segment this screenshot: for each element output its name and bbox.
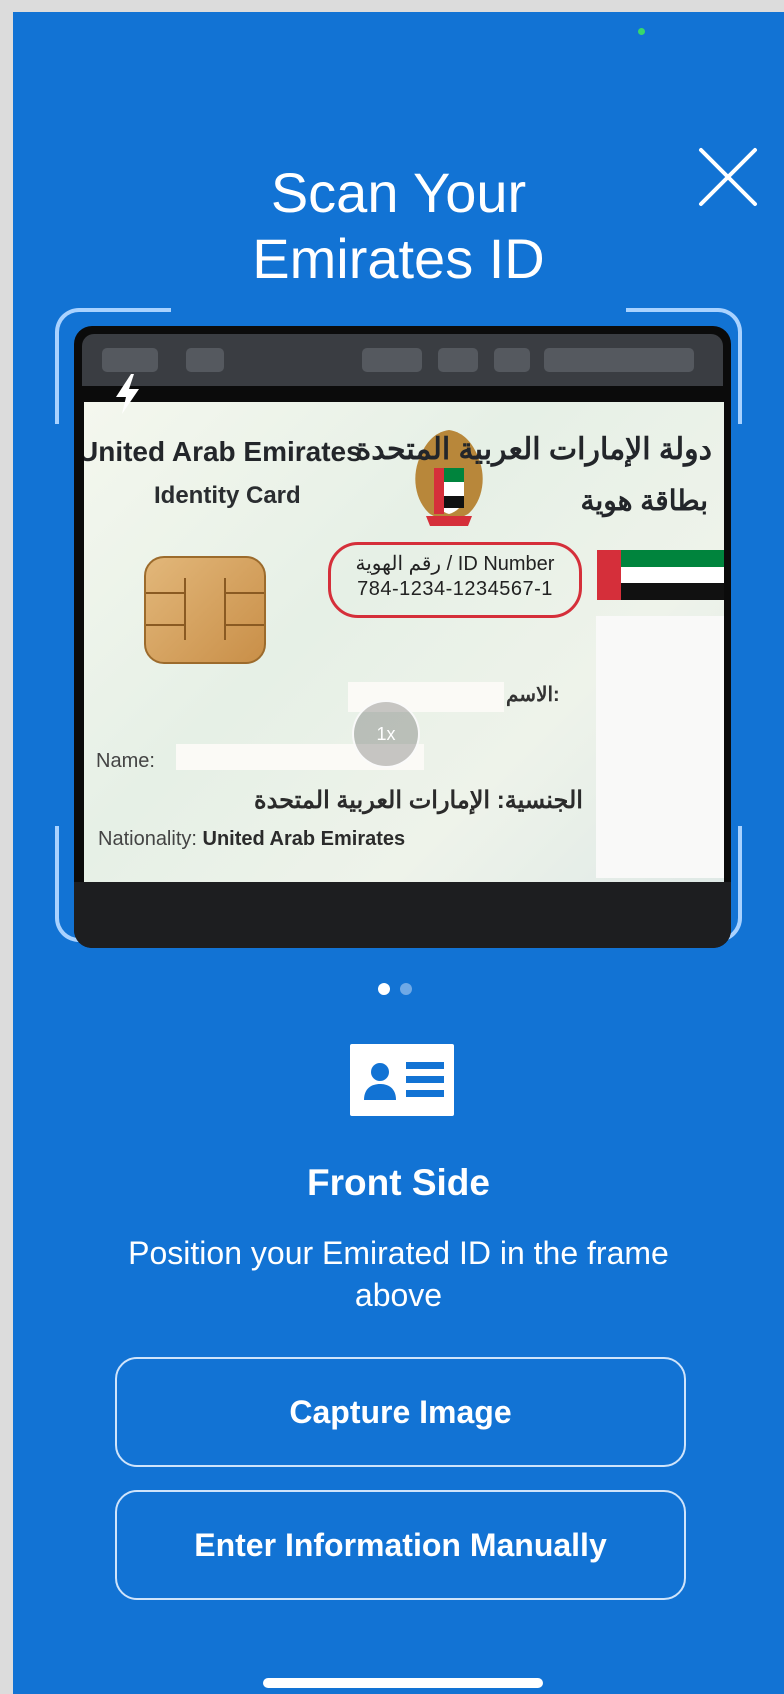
photo-area xyxy=(596,616,724,878)
side-title: Front Side xyxy=(307,1162,490,1203)
card-chip xyxy=(144,556,266,664)
scan-screen: Scan Your Emirates ID United Arab Emirat… xyxy=(13,12,784,1694)
name-label-ar: الاسم: xyxy=(506,684,560,706)
instruction-text: Position your Emirated ID in the frame a… xyxy=(128,1235,669,1313)
card-title-ar: دولة الإمارات العربية المتحدة xyxy=(355,433,712,466)
id-card-icon xyxy=(350,1044,454,1116)
title-line-1: Scan Your xyxy=(270,161,527,224)
title-line-2: Emirates ID xyxy=(252,227,545,290)
id-number-highlight: ID Number / رقم الهوية 784-1234-1234567-… xyxy=(328,542,582,618)
nationality-en: Nationality: United Arab Emirates xyxy=(98,828,405,851)
nationality-label-en: Nationality: xyxy=(98,828,197,850)
home-indicator[interactable] xyxy=(263,1678,543,1688)
camera-preview[interactable]: United Arab Emirates Identity Card دولة … xyxy=(74,326,731,948)
capture-image-button[interactable]: Capture Image xyxy=(115,1357,686,1467)
page-dot-1[interactable] xyxy=(378,983,390,995)
nationality-value-en: United Arab Emirates xyxy=(202,828,406,850)
card-subtitle-en: Identity Card xyxy=(154,482,301,509)
uae-flag-icon xyxy=(597,550,724,600)
flash-icon xyxy=(116,374,139,414)
status-indicator xyxy=(638,28,645,35)
preview-bottom-bar xyxy=(74,882,731,948)
enter-manually-button[interactable]: Enter Information Manually xyxy=(115,1490,686,1600)
id-card-image: United Arab Emirates Identity Card دولة … xyxy=(84,402,724,882)
page-title: Scan Your Emirates ID xyxy=(13,160,784,292)
preview-toolbar xyxy=(82,334,723,386)
card-title-en: United Arab Emirates xyxy=(84,436,362,467)
name-label-en: Name: xyxy=(96,750,155,772)
id-number-value: 784-1234-1234567-1 xyxy=(357,578,553,600)
id-number-label: ID Number / رقم الهوية xyxy=(355,553,555,575)
zoom-button[interactable]: 1x xyxy=(352,700,420,768)
flash-button[interactable] xyxy=(112,372,142,416)
page-indicator xyxy=(378,982,422,996)
nationality-ar: الجنسية: الإمارات العربية المتحدة xyxy=(254,787,583,814)
page-dot-2[interactable] xyxy=(400,983,412,995)
card-subtitle-ar: بطاقة هوية xyxy=(580,485,708,516)
